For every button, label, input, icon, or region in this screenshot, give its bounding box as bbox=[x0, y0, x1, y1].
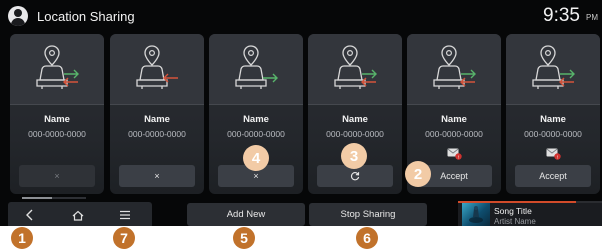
song-title: Song Title bbox=[494, 206, 532, 216]
location-share-illustration bbox=[308, 34, 402, 104]
menu-icon[interactable] bbox=[113, 205, 137, 225]
callout-5: 5 bbox=[233, 227, 255, 249]
car-pin-icon bbox=[334, 45, 377, 89]
contact-name: Name bbox=[243, 114, 269, 125]
contact-name: Name bbox=[144, 114, 170, 125]
location-share-illustration bbox=[10, 34, 104, 104]
callout-2: 2 bbox=[405, 161, 431, 187]
remove-button[interactable]: × bbox=[19, 165, 95, 187]
location-share-illustration bbox=[110, 34, 204, 104]
album-art bbox=[462, 203, 490, 226]
contact-card-1: Name 000-0000-0000 × bbox=[10, 34, 104, 194]
location-sharing-screen: Location Sharing 9:35 PM Name 000-0000-0… bbox=[0, 0, 602, 226]
close-icon: × bbox=[54, 171, 60, 181]
callout-6: 6 bbox=[356, 227, 378, 249]
callout-7: 7 bbox=[113, 227, 135, 249]
refresh-icon bbox=[350, 172, 360, 181]
contact-card-2: Name 000-0000-0000 × bbox=[110, 34, 204, 194]
contact-name: Name bbox=[540, 114, 566, 125]
message-icon: ! bbox=[447, 148, 462, 160]
status-bar: Location Sharing 9:35 PM bbox=[0, 0, 602, 34]
page-title: Location Sharing bbox=[37, 9, 135, 24]
close-icon: × bbox=[253, 171, 259, 181]
card-scrollbar[interactable] bbox=[22, 197, 86, 199]
svg-text:!: ! bbox=[458, 154, 459, 159]
car-pin-icon bbox=[532, 45, 575, 89]
contact-card-6: Name 000-0000-0000 ! Accept bbox=[506, 34, 600, 194]
message-icon: ! bbox=[546, 148, 561, 160]
accept-button[interactable]: Accept bbox=[515, 165, 591, 187]
remove-button[interactable]: × bbox=[119, 165, 195, 187]
clock-time: 9:35 bbox=[543, 5, 580, 26]
person-icon[interactable] bbox=[8, 6, 28, 26]
contact-phone: 000-0000-0000 bbox=[425, 129, 483, 139]
home-icon[interactable] bbox=[66, 205, 90, 225]
clock-ampm: PM bbox=[586, 13, 598, 22]
car-pin-icon bbox=[235, 45, 278, 89]
car-pin-icon bbox=[36, 45, 79, 89]
contact-name: Name bbox=[441, 114, 467, 125]
location-share-illustration bbox=[407, 34, 501, 104]
back-icon[interactable] bbox=[18, 205, 42, 225]
car-pin-icon bbox=[136, 45, 178, 89]
location-share-illustration bbox=[209, 34, 303, 104]
contact-phone: 000-0000-0000 bbox=[326, 129, 384, 139]
add-new-button[interactable]: Add New bbox=[187, 203, 305, 226]
location-share-illustration bbox=[506, 34, 600, 104]
contact-phone: 000-0000-0000 bbox=[227, 129, 285, 139]
contact-card-4: Name 000-0000-0000 bbox=[308, 34, 402, 194]
contact-phone: 000-0000-0000 bbox=[128, 129, 186, 139]
callout-3: 3 bbox=[341, 143, 367, 169]
callout-4: 4 bbox=[243, 145, 269, 171]
svg-text:!: ! bbox=[557, 154, 558, 159]
callout-1: 1 bbox=[11, 227, 33, 249]
artist-name: Artist Name bbox=[494, 217, 536, 226]
contact-name: Name bbox=[44, 114, 70, 125]
contact-phone: 000-0000-0000 bbox=[524, 129, 582, 139]
close-icon: × bbox=[154, 171, 160, 181]
car-pin-icon bbox=[433, 45, 476, 89]
contact-phone: 000-0000-0000 bbox=[28, 129, 86, 139]
stop-sharing-button[interactable]: Stop Sharing bbox=[309, 203, 427, 226]
contact-name: Name bbox=[342, 114, 368, 125]
